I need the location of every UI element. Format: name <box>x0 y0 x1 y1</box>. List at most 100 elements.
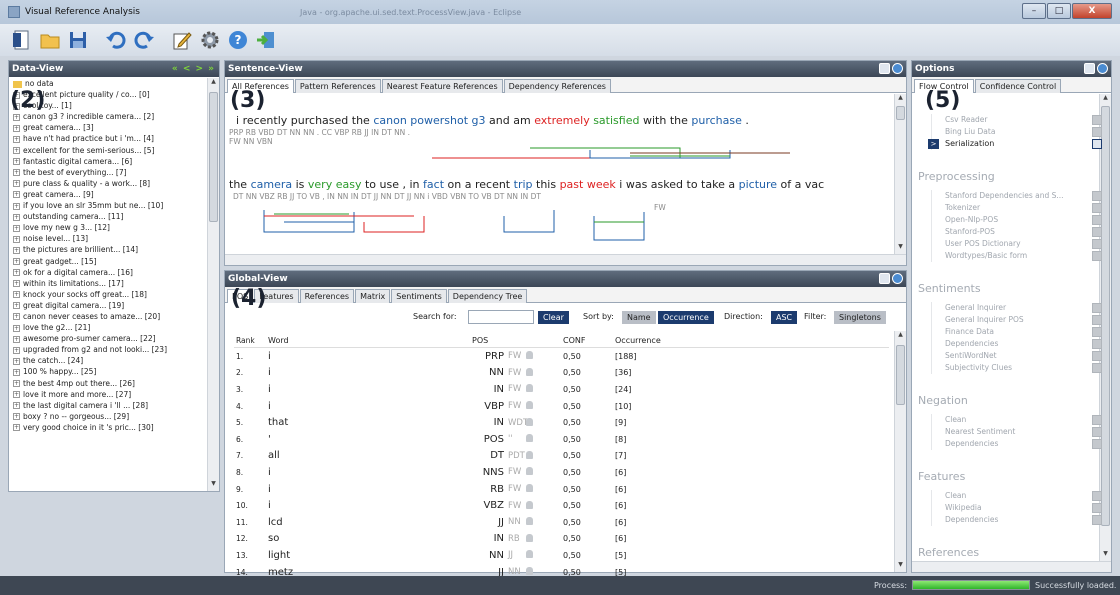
close-button[interactable]: X <box>1072 3 1112 19</box>
option-item[interactable]: SentiWordNet <box>931 350 1091 362</box>
person-icon[interactable] <box>526 500 533 509</box>
expand-icon[interactable]: + <box>13 335 20 343</box>
table-row[interactable]: 8. i NNS FW 0,50 [6] <box>234 464 889 481</box>
sentence-word[interactable]: am <box>513 114 530 127</box>
sort-name-button[interactable]: Name <box>622 311 656 324</box>
option-item[interactable]: Dependencies <box>931 514 1091 526</box>
table-row[interactable]: 7. all DT PDT 0,50 [7] <box>234 448 889 465</box>
expand-icon[interactable]: + <box>13 269 20 277</box>
tab-sv-tabs-3[interactable]: Dependency References <box>503 79 611 93</box>
expand-icon[interactable]: + <box>13 158 20 166</box>
table-row[interactable]: 4. i VBP FW 0,50 [10] <box>234 398 889 415</box>
sentence-word[interactable]: of <box>781 178 792 191</box>
list-item[interactable]: + the last digital camera i 'll ... [28] <box>9 400 206 411</box>
expand-icon[interactable]: + <box>13 368 20 376</box>
option-config-icon[interactable] <box>1092 215 1102 225</box>
list-item[interactable]: + noise level... [13] <box>9 233 206 244</box>
direction-asc-button[interactable]: ASC <box>771 311 798 324</box>
minimize-button[interactable]: – <box>1022 3 1046 19</box>
option-item[interactable]: > Serialization <box>928 138 1091 150</box>
expand-icon[interactable]: + <box>13 169 20 177</box>
sentence-word[interactable]: canon <box>373 114 406 127</box>
sentence-word[interactable]: powershot <box>410 114 468 127</box>
list-item[interactable]: + love the g2... [21] <box>9 322 206 333</box>
option-item[interactable]: Dependencies <box>931 338 1091 350</box>
data-view-scrollbar[interactable]: ▲ ▼ <box>207 78 219 491</box>
sentence-word[interactable]: a <box>795 178 802 191</box>
panel-help-icon[interactable] <box>892 273 903 284</box>
list-item[interactable]: + great camera... [9] <box>9 189 206 200</box>
option-config-icon[interactable] <box>1092 251 1102 261</box>
maximize-button[interactable]: □ <box>1047 3 1071 19</box>
sentence-word[interactable]: with <box>643 114 666 127</box>
sentence-word[interactable]: a <box>728 178 735 191</box>
edit-icon[interactable] <box>170 28 194 52</box>
sentence-word[interactable]: recently <box>243 114 288 127</box>
expand-icon[interactable]: + <box>13 280 20 288</box>
sentence-word[interactable]: on <box>448 178 462 191</box>
list-item[interactable]: + great gadget... [15] <box>9 256 206 267</box>
option-item[interactable]: Finance Data <box>931 326 1091 338</box>
sort-occurrence-button[interactable]: Occurrence <box>658 311 714 324</box>
option-item[interactable]: Dependencies <box>931 438 1091 450</box>
sentence-word[interactable]: use <box>380 178 399 191</box>
expand-icon[interactable]: + <box>13 258 20 265</box>
sentence-word[interactable]: a <box>465 178 472 191</box>
option-config-icon[interactable] <box>1092 315 1102 325</box>
person-icon[interactable] <box>526 367 533 376</box>
list-item[interactable]: + upgraded from g2 and not looki... [23] <box>9 344 206 355</box>
option-item[interactable]: Wikipedia <box>931 502 1091 514</box>
sentence-word[interactable]: in <box>410 178 420 191</box>
option-item[interactable]: User POS Dictionary <box>931 238 1091 250</box>
expand-icon[interactable]: + <box>13 191 20 199</box>
global-view-scrollbar[interactable]: ▲ ▼ <box>894 331 906 572</box>
sentence-word[interactable]: is <box>296 178 305 191</box>
option-config-icon[interactable] <box>1092 515 1102 525</box>
tab-gv-tabs-3[interactable]: Matrix <box>355 289 391 303</box>
option-item[interactable]: Subjectivity Clues <box>931 362 1091 374</box>
sentence-word[interactable]: extremely <box>534 114 590 127</box>
expand-icon[interactable]: + <box>13 113 20 121</box>
record-navigation-arrows[interactable]: « < > » <box>172 61 215 77</box>
expand-icon[interactable]: + <box>13 402 20 410</box>
option-config-icon[interactable] <box>1092 339 1102 349</box>
person-icon[interactable] <box>526 567 533 576</box>
tab-op-tabs-1[interactable]: Confidence Control <box>974 79 1062 93</box>
expand-icon[interactable]: + <box>13 235 20 243</box>
table-row[interactable]: 3. i IN FW 0,50 [24] <box>234 381 889 398</box>
help-icon[interactable]: ? <box>226 28 250 52</box>
expand-icon[interactable]: + <box>13 124 20 132</box>
col-pos[interactable]: POS <box>456 336 504 345</box>
table-row[interactable]: 11. lcd JJ NN 0,50 [6] <box>234 514 889 531</box>
sentence-word[interactable]: easy <box>336 178 362 191</box>
sentence-word[interactable]: camera <box>251 178 293 191</box>
expand-icon[interactable]: + <box>13 324 20 332</box>
option-config-icon[interactable] <box>1092 351 1102 361</box>
list-item[interactable]: + ok for a digital camera... [16] <box>9 267 206 278</box>
sentence-view-vscroll[interactable]: ▲ ▼ <box>894 94 906 254</box>
list-item[interactable]: + canon never ceases to amaze... [20] <box>9 311 206 322</box>
option-item[interactable]: Clean <box>931 490 1091 502</box>
list-item[interactable]: + within its limitations... [17] <box>9 278 206 289</box>
person-icon[interactable] <box>526 351 533 360</box>
expand-icon[interactable]: + <box>13 147 20 155</box>
table-row[interactable]: 6. ' POS '' 0,50 [8] <box>234 431 889 448</box>
option-item[interactable]: Stanford Dependencies and S... <box>931 190 1091 202</box>
option-config-icon[interactable] <box>1092 115 1102 125</box>
sentence-word[interactable]: the <box>352 114 370 127</box>
expand-icon[interactable]: + <box>13 135 20 143</box>
sentence-word[interactable]: very <box>308 178 332 191</box>
option-config-icon[interactable] <box>1092 227 1102 237</box>
new-file-icon[interactable] <box>10 28 34 52</box>
option-item[interactable]: General Inquirer POS <box>931 314 1091 326</box>
option-item[interactable]: Open-Nlp-POS <box>931 214 1091 226</box>
option-config-icon[interactable] <box>1092 327 1102 337</box>
option-item[interactable]: General Inquirer <box>931 302 1091 314</box>
sentence-word[interactable]: the <box>670 114 688 127</box>
table-row[interactable]: 5. that IN WDT 0,50 [9] <box>234 414 889 431</box>
sentence-word[interactable]: i <box>619 178 622 191</box>
list-item[interactable]: + the best of everything... [7] <box>9 167 206 178</box>
expand-icon[interactable]: + <box>13 213 20 221</box>
list-item[interactable]: + love it more and more... [27] <box>9 389 206 400</box>
list-item[interactable]: + knock your socks off great... [18] <box>9 289 206 300</box>
